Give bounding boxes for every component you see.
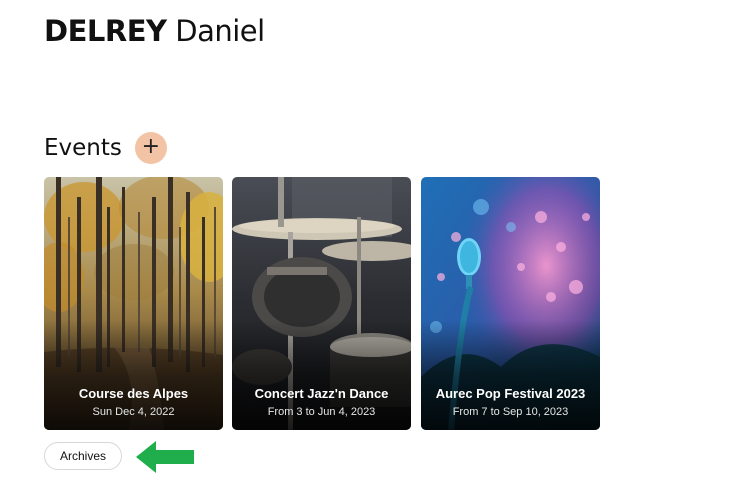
event-title: Course des Alpes [78,386,189,401]
first-name: Daniel [175,14,265,48]
event-date: From 7 to Sep 10, 2023 [452,406,569,418]
events-header: Events + [44,132,167,164]
plus-icon: + [141,134,161,159]
archives-button[interactable]: Archives [44,442,122,470]
person-name: DELREY Daniel [44,14,265,48]
event-date: From 3 to Jun 4, 2023 [267,406,376,418]
events-title: Events [44,135,122,161]
event-date: Sun Dec 4, 2022 [92,406,175,418]
event-card-aurec-pop-festival-2023[interactable]: Aurec Pop Festival 2023 From 7 to Sep 10… [421,177,600,430]
event-card-concert-jazz-n-dance[interactable]: Concert Jazz'n Dance From 3 to Jun 4, 20… [232,177,411,430]
event-title: Concert Jazz'n Dance [254,386,389,401]
arrow-left-icon [136,441,194,473]
event-title: Aurec Pop Festival 2023 [435,386,586,401]
event-card-course-des-alpes[interactable]: Course des Alpes Sun Dec 4, 2022 [44,177,223,430]
add-event-button[interactable]: + [134,132,167,164]
last-name: DELREY [44,14,167,48]
